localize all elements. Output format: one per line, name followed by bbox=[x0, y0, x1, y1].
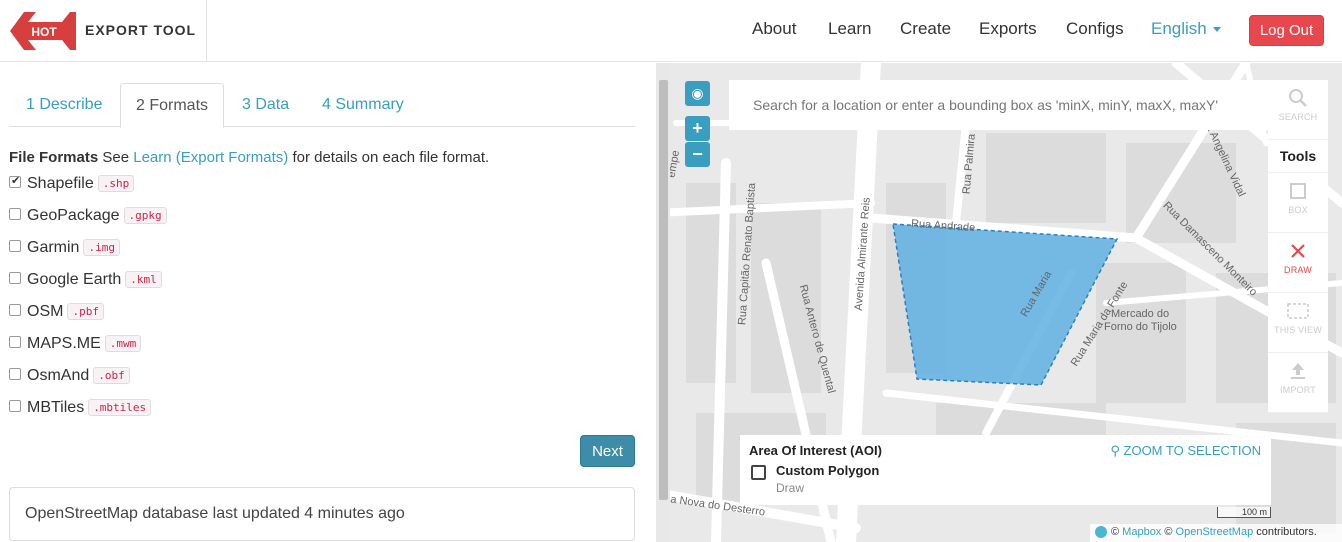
details-text: for details on each file format. bbox=[292, 149, 490, 166]
aoi-name: Custom Polygon bbox=[776, 463, 880, 478]
mapbox-link[interactable]: Mapbox bbox=[1122, 526, 1161, 538]
format-item-osmand[interactable]: OsmAnd .obf bbox=[9, 367, 130, 389]
zoom-in-button[interactable]: + bbox=[685, 116, 710, 141]
market-label: Forno do Tijolo bbox=[1104, 321, 1177, 333]
aoi-panel: Area Of Interest (AOI) ⚲ ZOOM TO SELECTI… bbox=[740, 435, 1271, 505]
map-toolbar: SEARCH Tools BOX DRAW THIS VIEW IMPORT bbox=[1268, 80, 1328, 413]
aoi-type: Draw bbox=[776, 481, 805, 495]
format-label: Garmin bbox=[27, 239, 80, 256]
next-button[interactable]: Next bbox=[580, 435, 635, 467]
search-icon bbox=[1289, 89, 1307, 107]
tab-summary[interactable]: 4 Summary bbox=[307, 83, 419, 127]
checkbox-shapefile[interactable] bbox=[9, 174, 21, 188]
format-label: MAPS.ME bbox=[27, 335, 101, 352]
mapbox-logo-icon bbox=[1095, 526, 1107, 539]
tool-box[interactable]: BOX bbox=[1268, 173, 1328, 233]
tab-data[interactable]: 3 Data bbox=[227, 83, 304, 127]
tools-title: Tools bbox=[1268, 140, 1328, 173]
checkbox-garmin[interactable] bbox=[9, 239, 21, 252]
tool-label: BOX bbox=[1288, 205, 1308, 215]
status-text: OpenStreetMap database last updated 4 mi… bbox=[25, 505, 405, 522]
view-icon bbox=[1287, 303, 1309, 319]
square-icon bbox=[1290, 183, 1306, 199]
brand[interactable]: HOT EXPORT TOOL bbox=[0, 0, 207, 62]
status-panel: OpenStreetMap database last updated 4 mi… bbox=[9, 487, 635, 541]
learn-export-formats-link[interactable]: Learn (Export Formats) bbox=[133, 149, 288, 166]
nav-exports[interactable]: Exports bbox=[979, 19, 1037, 39]
format-item-osm[interactable]: OSM .pbf bbox=[9, 303, 104, 325]
format-label: OSM bbox=[27, 303, 64, 320]
format-item-shapefile[interactable]: Shapefile.shp bbox=[9, 174, 135, 197]
tool-label: IMPORT bbox=[1279, 385, 1317, 395]
language-label: English bbox=[1151, 19, 1207, 38]
caret-down-icon bbox=[1212, 27, 1221, 33]
nav-about[interactable]: About bbox=[752, 19, 796, 39]
format-label: Google Earth bbox=[27, 271, 122, 288]
aoi-checkbox[interactable] bbox=[751, 465, 766, 480]
format-ext: .img bbox=[83, 239, 120, 257]
tab-describe[interactable]: 1 Describe bbox=[11, 83, 117, 127]
format-ext: .shp bbox=[97, 175, 135, 193]
format-item-google-earth[interactable]: Google Earth .kml bbox=[9, 271, 162, 293]
format-item-mbtiles[interactable]: MBTiles .mbtiles bbox=[9, 399, 152, 421]
tool-label: THIS VIEW bbox=[1274, 325, 1322, 335]
scale-bar: 100 m bbox=[1217, 507, 1271, 518]
format-item-geopackage[interactable]: GeoPackage .gpkg bbox=[9, 207, 167, 229]
zoom-to-selection-button[interactable]: ⚲ ZOOM TO SELECTION bbox=[1110, 443, 1261, 459]
tab-formats[interactable]: 2 Formats bbox=[120, 83, 225, 128]
see-text: See bbox=[102, 149, 130, 166]
format-label: Shapefile bbox=[27, 175, 94, 192]
format-label: OsmAnd bbox=[27, 367, 90, 384]
tool-import[interactable]: IMPORT bbox=[1268, 353, 1328, 413]
nav-configs[interactable]: Configs bbox=[1066, 19, 1124, 39]
upload-icon bbox=[1291, 363, 1305, 379]
nav-create[interactable]: Create bbox=[900, 19, 951, 39]
zoom-icon: ⚲ bbox=[1110, 443, 1120, 458]
format-ext: .mwm bbox=[104, 335, 142, 353]
tool-search[interactable]: SEARCH bbox=[1268, 80, 1328, 140]
checkbox-geopackage[interactable] bbox=[9, 207, 21, 220]
attribution-text: contributors. bbox=[1256, 526, 1317, 538]
format-item-mapsme[interactable]: MAPS.ME .mwm bbox=[9, 335, 142, 357]
map-attribution: © Mapbox © OpenStreetMap contributors. bbox=[1090, 524, 1342, 542]
language-dropdown[interactable]: English bbox=[1151, 19, 1221, 39]
checkbox-google-earth[interactable] bbox=[9, 271, 21, 284]
format-ext: .obf bbox=[93, 367, 130, 385]
tool-label: DRAW bbox=[1284, 265, 1312, 275]
zoom-to-selection-label: ZOOM TO SELECTION bbox=[1123, 443, 1261, 458]
format-ext: .kml bbox=[125, 271, 162, 289]
format-ext: .gpkg bbox=[123, 207, 167, 225]
scrollbar-thumb[interactable] bbox=[659, 80, 668, 500]
checkbox-osm[interactable] bbox=[9, 303, 21, 316]
tool-this-view[interactable]: THIS VIEW bbox=[1268, 293, 1328, 353]
brand-title: EXPORT TOOL bbox=[85, 22, 197, 38]
format-label: GeoPackage bbox=[27, 207, 120, 224]
wizard-tabs: 1 Describe 2 Formats 3 Data 4 Summary bbox=[9, 83, 635, 128]
zoom-out-button[interactable]: − bbox=[685, 142, 710, 167]
logout-button[interactable]: Log Out bbox=[1249, 15, 1324, 46]
file-formats-header: File Formats See Learn (Export Formats) … bbox=[9, 149, 489, 166]
osm-link[interactable]: OpenStreetMap bbox=[1176, 526, 1254, 538]
file-formats-title: File Formats bbox=[9, 149, 99, 166]
format-item-garmin[interactable]: Garmin .img bbox=[9, 239, 120, 261]
market-label: Mercado do bbox=[1111, 308, 1170, 320]
globe-icon[interactable]: ◉ bbox=[685, 81, 710, 106]
format-ext: .pbf bbox=[67, 303, 104, 321]
svg-text:HOT: HOT bbox=[31, 25, 57, 39]
aoi-title: Area Of Interest (AOI) bbox=[749, 443, 882, 458]
navbar: HOT EXPORT TOOL About Learn Create Expor… bbox=[0, 0, 1342, 62]
checkbox-mapsme[interactable] bbox=[9, 335, 21, 348]
hot-logo-icon: HOT bbox=[10, 12, 76, 50]
nav-learn[interactable]: Learn bbox=[828, 19, 871, 39]
tool-label: SEARCH bbox=[1278, 112, 1318, 122]
tool-draw[interactable]: DRAW bbox=[1268, 233, 1328, 293]
close-icon bbox=[1291, 244, 1305, 258]
checkbox-osmand[interactable] bbox=[9, 367, 21, 380]
format-label: MBTiles bbox=[27, 399, 85, 416]
map-search-input[interactable]: Search for a location or enter a boundin… bbox=[729, 80, 1269, 130]
checkbox-mbtiles[interactable] bbox=[9, 399, 21, 412]
format-ext: .mbtiles bbox=[88, 399, 152, 417]
